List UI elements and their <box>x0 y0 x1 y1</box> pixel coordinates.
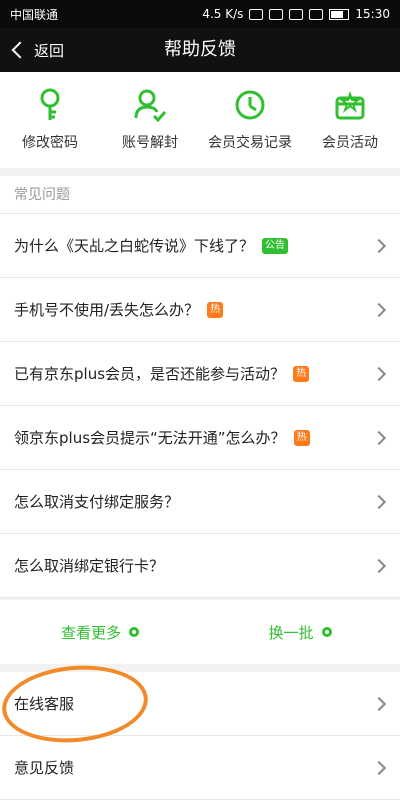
quick-transaction-records[interactable]: 会员交易记录 <box>200 72 300 168</box>
faq-section-header: 常见问题 <box>0 176 400 214</box>
faq-item[interactable]: 为什么《天乩之白蛇传说》下线了？ 公告 <box>0 214 400 278</box>
status-bar: 中国联通 4.5 K/s 15:30 <box>0 0 400 28</box>
refresh-circle-icon <box>321 627 332 637</box>
faq-item-text: 手机号不使用/丢失怎么办？ <box>14 301 200 319</box>
signal-icon <box>309 8 324 20</box>
back-label: 返回 <box>34 41 65 60</box>
quick-change-password[interactable]: 修改密码 <box>0 72 100 168</box>
chevron-right-icon <box>371 760 387 775</box>
user-check-icon <box>133 88 167 122</box>
alarm-icon <box>249 8 264 20</box>
battery-icon <box>329 8 350 20</box>
faq-item-text: 为什么《天乩之白蛇传说》下线了？ <box>14 237 255 255</box>
feedback-item[interactable]: 意见反馈 <box>0 736 400 800</box>
faq-item[interactable]: 手机号不使用/丢失怎么办？ 热 <box>0 278 400 342</box>
faq-item[interactable]: 怎么取消绑定银行卡？ <box>0 534 400 598</box>
chevron-right-icon <box>371 494 387 509</box>
chevron-right-icon <box>371 430 387 445</box>
chevron-left-icon <box>11 41 29 59</box>
eye-icon <box>269 8 284 20</box>
faq-item-text: 怎么取消绑定银行卡？ <box>14 557 165 575</box>
feedback-label: 意见反馈 <box>14 759 75 777</box>
chevron-right-icon <box>371 366 387 381</box>
quick-actions: 修改密码 账号解封 会员交易记录 会员活动 <box>0 72 400 168</box>
gift-icon <box>333 88 367 122</box>
faq-item[interactable]: 已有京东plus会员，是否还能参与活动？ 热 <box>0 342 400 406</box>
faq-item-text: 怎么取消支付绑定服务？ <box>14 493 180 511</box>
see-more-button[interactable]: 查看更多 <box>0 600 200 664</box>
faq-actions: 查看更多 换一批 <box>0 600 400 664</box>
hot-badge: 热 <box>293 365 310 382</box>
quick-label: 修改密码 <box>22 135 78 151</box>
hot-badge: 热 <box>207 301 224 318</box>
faq-item-text: 领京东plus会员提示“无法开通”怎么办？ <box>14 429 286 447</box>
network-speed: 4.5 K/s <box>202 7 244 21</box>
refresh-label: 换一批 <box>268 623 314 642</box>
quick-unban-account[interactable]: 账号解封 <box>100 72 200 168</box>
faq-item[interactable]: 怎么取消支付绑定服务？ <box>0 470 400 534</box>
top-bar: 帮助反馈 返回 <box>0 28 400 72</box>
quick-label: 账号解封 <box>122 135 178 151</box>
wifi-icon <box>289 8 304 20</box>
carrier-label: 中国联通 <box>10 7 59 22</box>
chevron-right-icon <box>371 558 387 573</box>
refresh-batch-button[interactable]: 换一批 <box>200 600 400 664</box>
quick-label: 会员交易记录 <box>208 135 292 151</box>
faq-item[interactable]: 领京东plus会员提示“无法开通”怎么办？ 热 <box>0 406 400 470</box>
faq-list: 为什么《天乩之白蛇传说》下线了？ 公告 手机号不使用/丢失怎么办？ 热 已有京东… <box>0 214 400 598</box>
arrow-circle-icon <box>129 627 139 637</box>
quick-label: 会员活动 <box>322 135 378 151</box>
faq-item-text: 已有京东plus会员，是否还能参与活动？ <box>14 365 286 383</box>
hot-badge: 热 <box>293 429 310 446</box>
chevron-right-icon <box>371 238 387 253</box>
key-icon <box>35 88 65 122</box>
quick-member-activities[interactable]: 会员活动 <box>300 72 400 168</box>
chevron-right-icon <box>371 302 387 317</box>
chevron-right-icon <box>371 696 387 711</box>
notice-badge: 公告 <box>262 237 289 254</box>
clock-icon <box>233 88 267 122</box>
back-button[interactable]: 返回 <box>10 28 64 72</box>
see-more-label: 查看更多 <box>60 623 121 642</box>
clock-time: 15:30 <box>355 7 390 21</box>
